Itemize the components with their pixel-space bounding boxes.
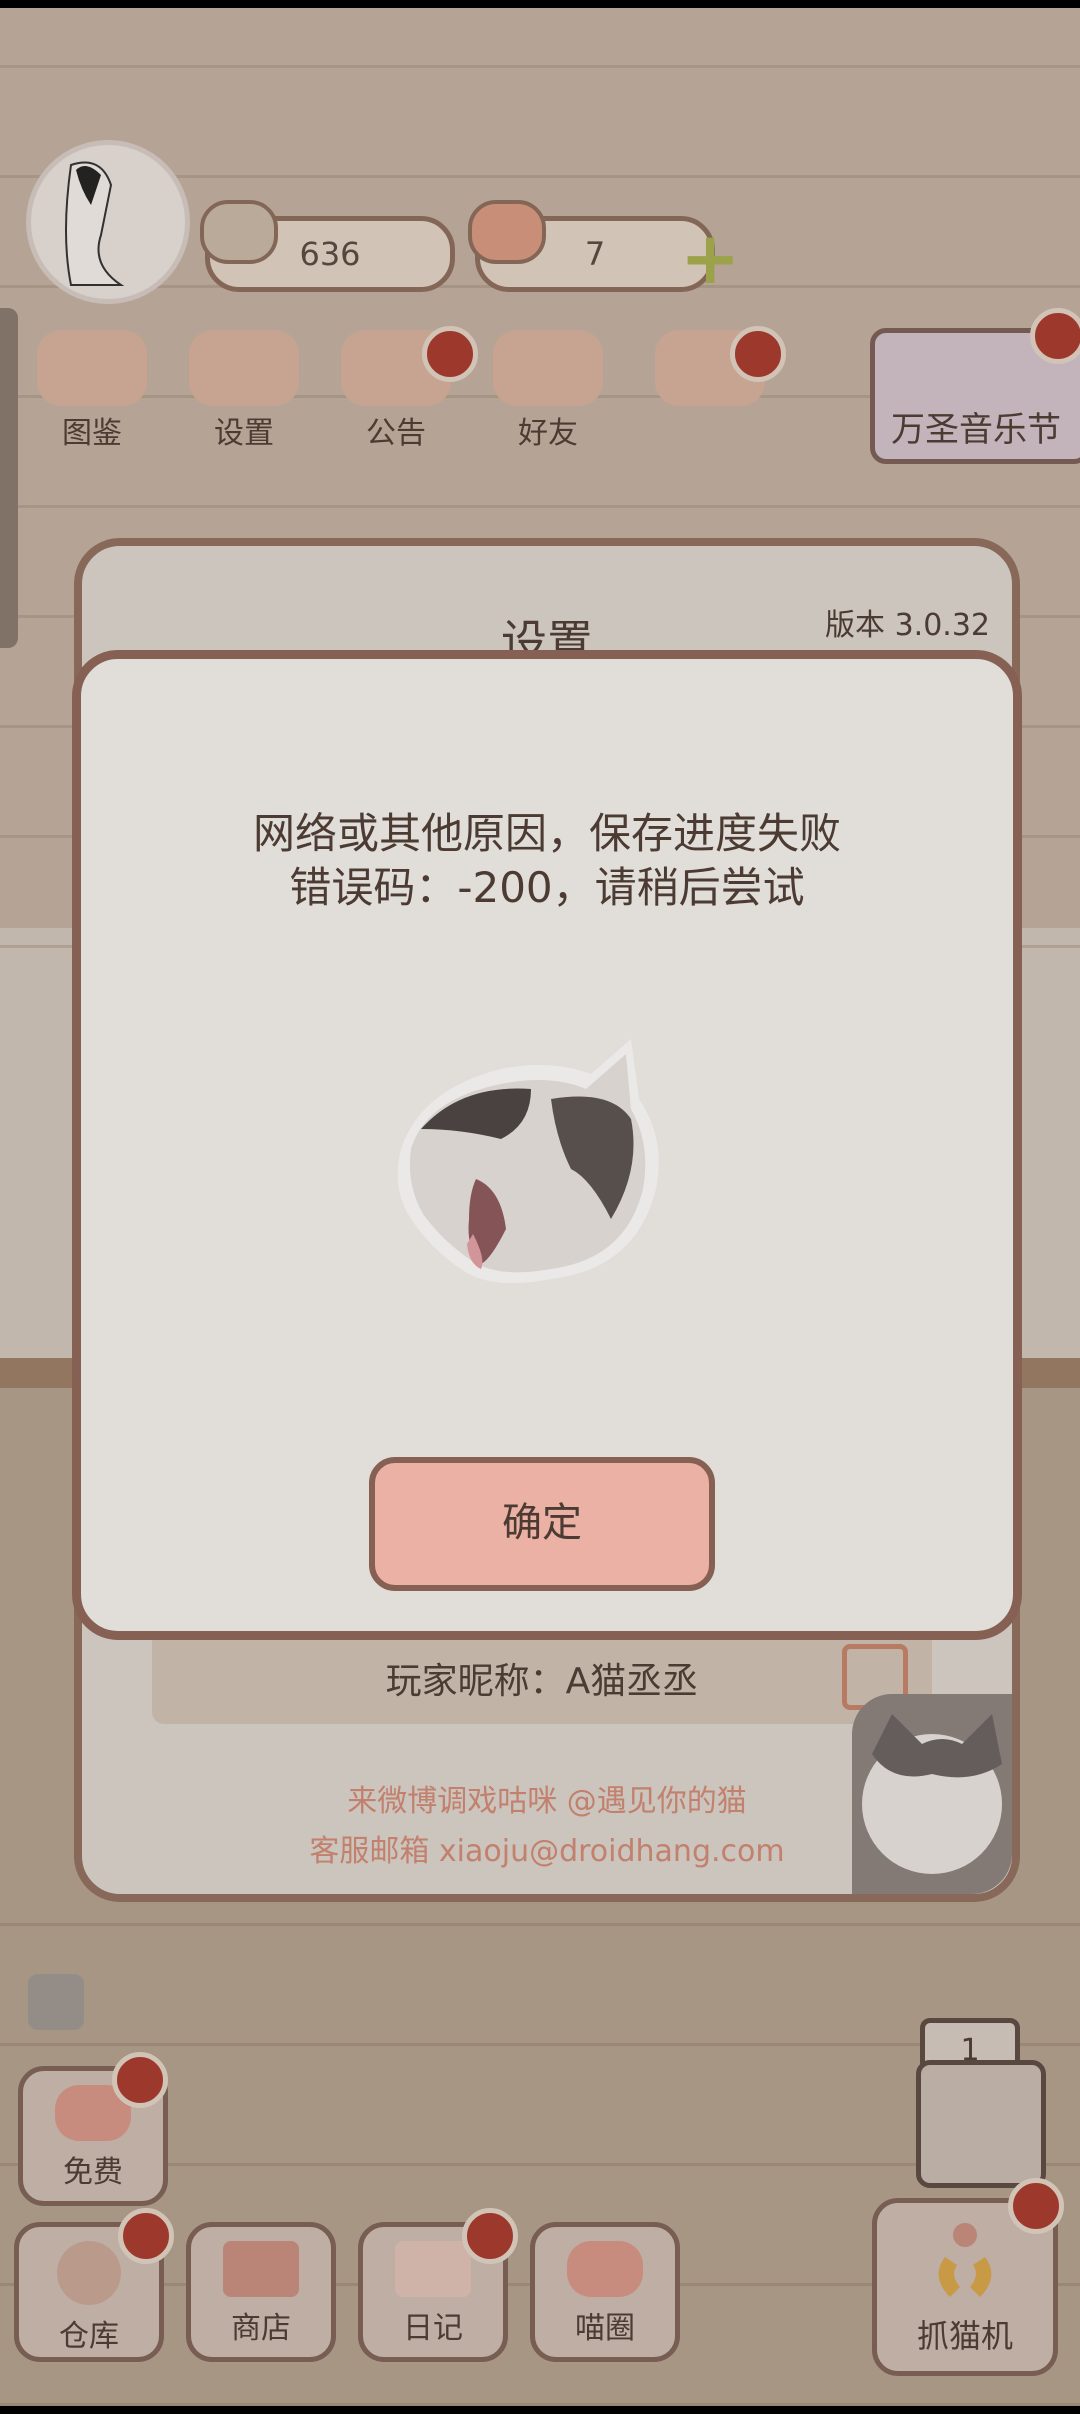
- notification-badge: [1030, 308, 1080, 364]
- notification-badge: [422, 326, 478, 382]
- shop-button[interactable]: 商店: [186, 2222, 336, 2362]
- menu-friends[interactable]: 好友: [478, 330, 618, 451]
- nickname-label: 玩家昵称：A猫丞丞: [385, 1661, 699, 1702]
- machine-arrows-icon[interactable]: [916, 2060, 1046, 2188]
- notification-badge: [730, 326, 786, 382]
- cat-photo: [852, 1694, 1012, 1894]
- notification-badge: [118, 2208, 174, 2264]
- gear-icon: [189, 330, 299, 406]
- diary-label: 日记: [403, 2311, 463, 2346]
- warehouse-label: 仓库: [59, 2319, 119, 2354]
- menu-handbook[interactable]: 图鉴: [22, 330, 162, 451]
- plus-icon[interactable]: +: [680, 222, 740, 294]
- cat-circle-label: 喵圈: [575, 2311, 635, 2346]
- confirm-button[interactable]: 确定: [369, 1457, 715, 1591]
- cat-face-icon: [37, 330, 147, 406]
- notification-badge: [112, 2052, 168, 2108]
- event-label: 万圣音乐节: [891, 410, 1061, 450]
- player-avatar[interactable]: [26, 140, 190, 304]
- nickname-box[interactable]: 玩家昵称：A猫丞丞: [152, 1626, 932, 1724]
- shop-icon: [223, 2241, 299, 2297]
- menu-settings-label: 设置: [214, 416, 274, 451]
- cat-circle-button[interactable]: 喵圈: [530, 2222, 680, 2362]
- error-line-2: 错误码：-200，请稍后尝试: [289, 863, 805, 912]
- notification-badge: [1008, 2178, 1064, 2234]
- game-screen: 636 7 + 图鉴 设置 公告 好友 万圣音乐节 设置 版本 3.0.32 玩…: [0, 8, 1080, 2406]
- error-message: 网络或其他原因，保存进度失败 错误码：-200，请稍后尝试: [81, 807, 1013, 915]
- menu-announcement-label: 公告: [366, 416, 426, 451]
- cloud-icon[interactable]: [28, 1974, 84, 2030]
- menu-handbook-label: 图鉴: [62, 416, 122, 451]
- error-dialog: 网络或其他原因，保存进度失败 错误码：-200，请稍后尝试 确定: [72, 650, 1022, 1640]
- planet-cat-icon: [567, 2241, 643, 2297]
- menu-settings[interactable]: 设置: [174, 330, 314, 451]
- heart-count: 7: [584, 235, 606, 273]
- heart-icon: [468, 200, 546, 264]
- yawning-cat-icon: [397, 1039, 659, 1284]
- claw-icon: [938, 2223, 992, 2297]
- claw-machine-label: 抓猫机: [916, 2317, 1013, 2355]
- side-drawer-handle[interactable]: [0, 308, 18, 648]
- notification-badge: [462, 2208, 518, 2264]
- fish-count: 636: [299, 235, 361, 273]
- version-label: 版本 3.0.32: [825, 608, 990, 643]
- friends-icon: [493, 330, 603, 406]
- bowl-icon: [57, 2241, 121, 2305]
- error-line-1: 网络或其他原因，保存进度失败: [252, 809, 841, 858]
- shop-label: 商店: [231, 2311, 291, 2346]
- diary-icon: [395, 2241, 471, 2297]
- free-label: 免费: [63, 2155, 123, 2190]
- menu-friends-label: 好友: [518, 416, 578, 451]
- fish-icon: [200, 200, 278, 264]
